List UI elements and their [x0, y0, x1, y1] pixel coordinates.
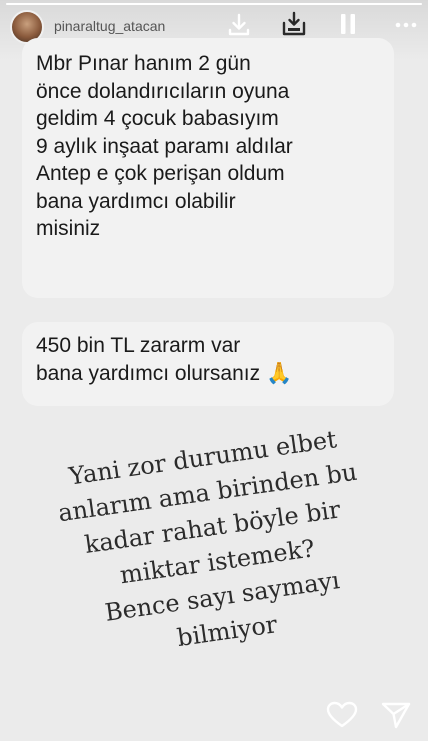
handwritten-caption: Yani zor durumu elbet anlarım ama birind…: [56, 425, 359, 653]
story-progress-bar: [6, 3, 422, 5]
story-screen[interactable]: pinaraltug_atacan Mbr Pınar hanım 2 gün …: [0, 0, 428, 741]
username[interactable]: pinaraltug_atacan: [54, 18, 192, 34]
save-layer-icon[interactable]: [280, 10, 308, 38]
more-options-icon[interactable]: [394, 14, 418, 36]
message-bubble-1: Mbr Pınar hanım 2 gün önce dolandırıcıla…: [22, 38, 394, 298]
send-icon[interactable]: [381, 701, 411, 734]
message-bubble-2: 450 bin TL zararm var bana yardımcı olur…: [22, 322, 394, 406]
pause-icon[interactable]: [338, 12, 358, 36]
story-progress-fill: [6, 3, 422, 5]
message-text-1: Mbr Pınar hanım 2 gün önce dolandırıcıla…: [36, 52, 293, 240]
heart-icon[interactable]: [326, 701, 358, 734]
message-text-2: 450 bin TL zararm var bana yardımcı olur…: [36, 334, 293, 385]
download-icon[interactable]: [226, 12, 252, 38]
